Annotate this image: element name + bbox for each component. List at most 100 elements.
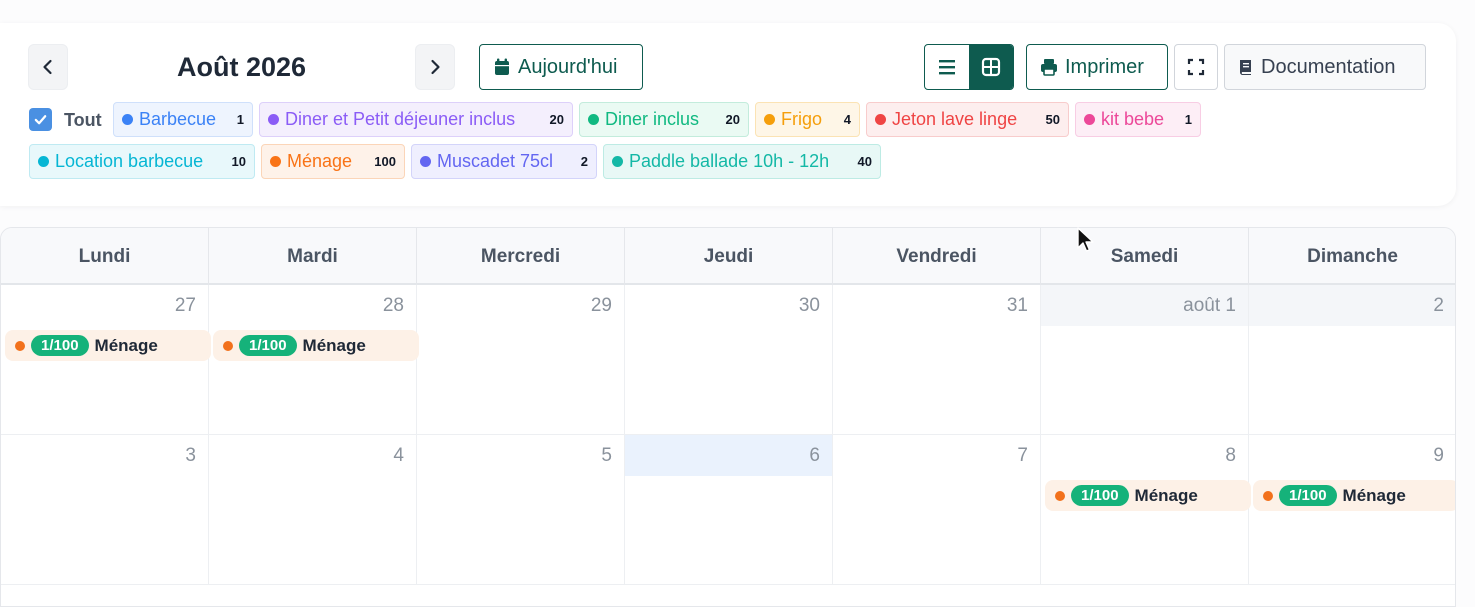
color-dot-icon	[764, 114, 775, 125]
filter-chip-label: Jeton lave linge	[892, 109, 1018, 129]
filter-chip[interactable]: kit bebe 1	[1075, 102, 1201, 137]
event-color-dot-icon	[1263, 490, 1273, 501]
day-number: 28	[382, 295, 404, 316]
print-button[interactable]: Imprimer	[1026, 44, 1168, 90]
weekend-highlight	[1249, 285, 1455, 326]
filter-chip-label: Paddle ballade 10h - 12h	[629, 151, 830, 171]
filter-chip-label: Ménage	[287, 151, 353, 171]
check-icon	[34, 115, 47, 125]
filter-chip[interactable]: Muscadet 75cl 2	[411, 144, 597, 179]
list-icon	[939, 60, 955, 75]
event-title: Ménage	[1134, 485, 1198, 505]
grid-icon	[981, 57, 1001, 77]
filter-chip-label: kit bebe	[1101, 109, 1165, 129]
day-cell[interactable]: 30	[625, 285, 833, 435]
filter-chip[interactable]: Location barbecue 10	[29, 144, 255, 179]
today-highlight	[625, 435, 832, 476]
print-button-label: Imprimer	[1065, 55, 1144, 78]
color-dot-icon	[612, 156, 623, 167]
weekday-header-cell: Samedi	[1041, 228, 1249, 285]
documentation-button-label: Documentation	[1261, 55, 1396, 78]
filter-chip-count: 1	[1184, 112, 1192, 127]
filter-chip[interactable]: Diner inclus 20	[579, 102, 749, 137]
color-dot-icon	[268, 114, 279, 125]
event-title: Ménage	[1342, 485, 1406, 505]
event-title: Ménage	[94, 335, 158, 355]
filter-chip[interactable]: Ménage 100	[261, 144, 405, 179]
day-number: 9	[1433, 445, 1444, 466]
event-color-dot-icon	[223, 340, 233, 351]
color-dot-icon	[122, 114, 133, 125]
filter-chip-count: 100	[374, 154, 396, 169]
filter-chip[interactable]: Frigo 4	[755, 102, 860, 137]
event-quantity-badge: 1/100	[1279, 485, 1337, 506]
month-calendar: Lundi Mardi Mercredi Jeudi Vendredi Samedi Dim…	[0, 227, 1456, 607]
day-number: 4	[393, 445, 404, 466]
expand-icon	[1187, 58, 1205, 76]
day-cell[interactable]: 4	[209, 435, 417, 585]
filter-chip-label: Diner et Petit déjeuner inclus	[285, 109, 516, 129]
filter-chip[interactable]: Jeton lave linge 50	[866, 102, 1069, 137]
weekday-header: Lundi Mardi Mercredi Jeudi Vendredi Samedi Dim…	[1, 228, 1455, 285]
weekday-header-cell: Mercredi	[417, 228, 625, 285]
weekday-header-cell: Dimanche	[1249, 228, 1455, 285]
color-dot-icon	[420, 156, 431, 167]
day-number: 6	[809, 445, 820, 466]
today-button[interactable]: Aujourd'hui	[479, 44, 643, 90]
filter-chip[interactable]: Diner et Petit déjeuner inclus 20	[259, 102, 573, 137]
day-number: 2	[1433, 295, 1444, 316]
filter-chip-count: 20	[549, 112, 564, 127]
color-dot-icon	[270, 156, 281, 167]
month-title: Août 2026	[176, 52, 307, 82]
filter-chip-count: 40	[857, 154, 872, 169]
day-number: août 1	[1183, 295, 1236, 316]
today-button-label: Aujourd'hui	[518, 55, 618, 78]
day-cell[interactable]: 31	[833, 285, 1041, 435]
day-cell[interactable]: 6	[625, 435, 833, 585]
day-cell[interactable]: août 1	[1041, 285, 1249, 435]
weekday-header-cell: Vendredi	[833, 228, 1041, 285]
day-number: 8	[1225, 445, 1236, 466]
grid-view-button[interactable]	[969, 45, 1013, 89]
select-all-label: Tout	[64, 110, 102, 130]
weekday-header-cell: Lundi	[1, 228, 209, 285]
filter-chip[interactable]: Barbecue 1	[113, 102, 253, 137]
fullscreen-button[interactable]	[1174, 44, 1218, 90]
day-number: 27	[174, 295, 196, 316]
filter-chip-count: 50	[1045, 112, 1060, 127]
weekday-header-cell: Jeudi	[625, 228, 833, 285]
filter-chip-count: 2	[580, 154, 588, 169]
event-title: Ménage	[302, 335, 366, 355]
select-all-checkbox[interactable]	[29, 108, 52, 131]
view-toggle	[924, 44, 1014, 90]
filter-chip-count: 10	[231, 154, 246, 169]
calendar-icon	[495, 58, 509, 75]
filter-chip-label: Location barbecue	[55, 151, 204, 171]
chevron-right-icon	[431, 59, 440, 75]
day-number: 5	[601, 445, 612, 466]
calendar-event[interactable]: 1/100 Ménage	[5, 330, 211, 361]
weekday-header-cell: Mardi	[209, 228, 417, 285]
calendar-event[interactable]: 1/100 Ménage	[213, 330, 419, 361]
filter-chip[interactable]: Paddle ballade 10h - 12h 40	[603, 144, 881, 179]
next-month-button[interactable]	[415, 44, 455, 90]
day-cell[interactable]: 5	[417, 435, 625, 585]
list-view-button[interactable]	[925, 45, 969, 89]
day-number: 7	[1017, 445, 1028, 466]
day-cell[interactable]: 2	[1249, 285, 1455, 435]
day-cell[interactable]: 7	[833, 435, 1041, 585]
color-dot-icon	[875, 114, 886, 125]
previous-month-button[interactable]	[28, 44, 68, 90]
day-cell[interactable]: 29	[417, 285, 625, 435]
filter-chip-count: 20	[725, 112, 740, 127]
event-quantity-badge: 1/100	[1071, 485, 1129, 506]
day-cell[interactable]: 3	[1, 435, 209, 585]
calendar-event[interactable]: 1/100 Ménage	[1045, 480, 1251, 511]
documentation-button[interactable]: Documentation	[1224, 44, 1426, 90]
calendar-event[interactable]: 1/100 Ménage	[1253, 480, 1455, 511]
day-number: 29	[590, 295, 612, 316]
filter-chip-count: 1	[236, 112, 244, 127]
book-icon	[1239, 60, 1251, 75]
filter-chip-label: Barbecue	[139, 109, 217, 129]
color-dot-icon	[38, 156, 49, 167]
